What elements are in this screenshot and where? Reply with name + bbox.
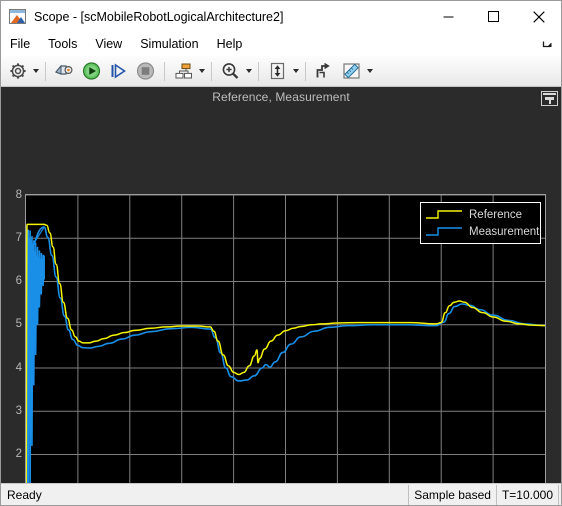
legend-key-measurement — [426, 227, 462, 236]
legend-entry-reference[interactable]: Reference — [421, 206, 540, 223]
menu-tools[interactable]: Tools — [39, 32, 86, 56]
y-tick-6: 6 — [15, 275, 22, 287]
legend-label-measurement: Measurement — [469, 225, 540, 238]
configuration-properties-button[interactable] — [5, 59, 31, 84]
dock-pin-icon[interactable] — [541, 91, 558, 106]
scope-window: Scope - [scMobileRobotLogicalArchitectur… — [0, 0, 562, 506]
stop-button[interactable] — [132, 59, 159, 84]
cursor-measurements-dropdown-caret[interactable] — [365, 59, 374, 84]
y-tick-2: 2 — [15, 448, 22, 460]
toolbar-separator-1 — [45, 61, 46, 81]
legend[interactable]: Reference Measurement — [420, 202, 541, 244]
menu-simulation[interactable]: Simulation — [131, 32, 207, 56]
menu-help[interactable]: Help — [208, 32, 252, 56]
cursor-measurements-button[interactable] — [338, 59, 365, 84]
step-forward-button[interactable] — [105, 59, 132, 84]
legend-entry-measurement[interactable]: Measurement — [421, 223, 540, 240]
status-sample-mode: Sample based — [408, 484, 496, 505]
toolbar — [1, 56, 561, 87]
zoom-button[interactable] — [217, 59, 244, 84]
print-button[interactable] — [51, 59, 78, 84]
y-tick-4: 4 — [15, 362, 22, 374]
status-message: Ready — [7, 487, 42, 502]
y-tick-8: 8 — [15, 189, 22, 201]
undock-arrow-icon[interactable] — [541, 32, 553, 56]
scope-panel-title: Reference, Measurement — [212, 90, 350, 104]
scope-display-panel: Reference, Measurement 8 7 6 5 4 3 2 1 0… — [1, 87, 561, 483]
title-bar: Scope - [scMobileRobotLogicalArchitectur… — [1, 1, 561, 32]
signal-selection-dropdown-caret[interactable] — [197, 59, 206, 84]
menu-view[interactable]: View — [86, 32, 131, 56]
maximize-button[interactable] — [471, 1, 516, 32]
legend-label-reference: Reference — [469, 208, 523, 221]
scale-axes-limits-button[interactable] — [311, 59, 338, 84]
close-button[interactable] — [516, 1, 561, 32]
autoscale-dropdown-caret[interactable] — [291, 59, 300, 84]
toolbar-separator-4 — [258, 61, 259, 81]
status-time: T=10.000 — [495, 484, 559, 505]
menu-file[interactable]: File — [1, 32, 39, 56]
y-tick-7: 7 — [15, 232, 22, 244]
legend-key-reference — [426, 210, 462, 219]
configuration-dropdown-caret[interactable] — [31, 59, 40, 84]
simulink-scope-icon — [9, 9, 26, 24]
toolbar-separator-2 — [164, 61, 165, 81]
window-controls — [426, 1, 561, 32]
menu-bar: File Tools View Simulation Help — [1, 32, 561, 56]
minimize-button[interactable] — [426, 1, 471, 32]
zoom-dropdown-caret[interactable] — [244, 59, 253, 84]
toolbar-separator-3 — [211, 61, 212, 81]
signal-selection-button[interactable] — [170, 59, 197, 84]
toolbar-separator-5 — [305, 61, 306, 81]
autoscale-button[interactable] — [264, 59, 291, 84]
window-title: Scope - [scMobileRobotLogicalArchitectur… — [34, 9, 284, 24]
y-tick-3: 3 — [15, 405, 22, 417]
run-button[interactable] — [78, 59, 105, 84]
status-bar: Ready Sample based T=10.000 — [1, 483, 561, 505]
y-tick-5: 5 — [15, 318, 22, 330]
